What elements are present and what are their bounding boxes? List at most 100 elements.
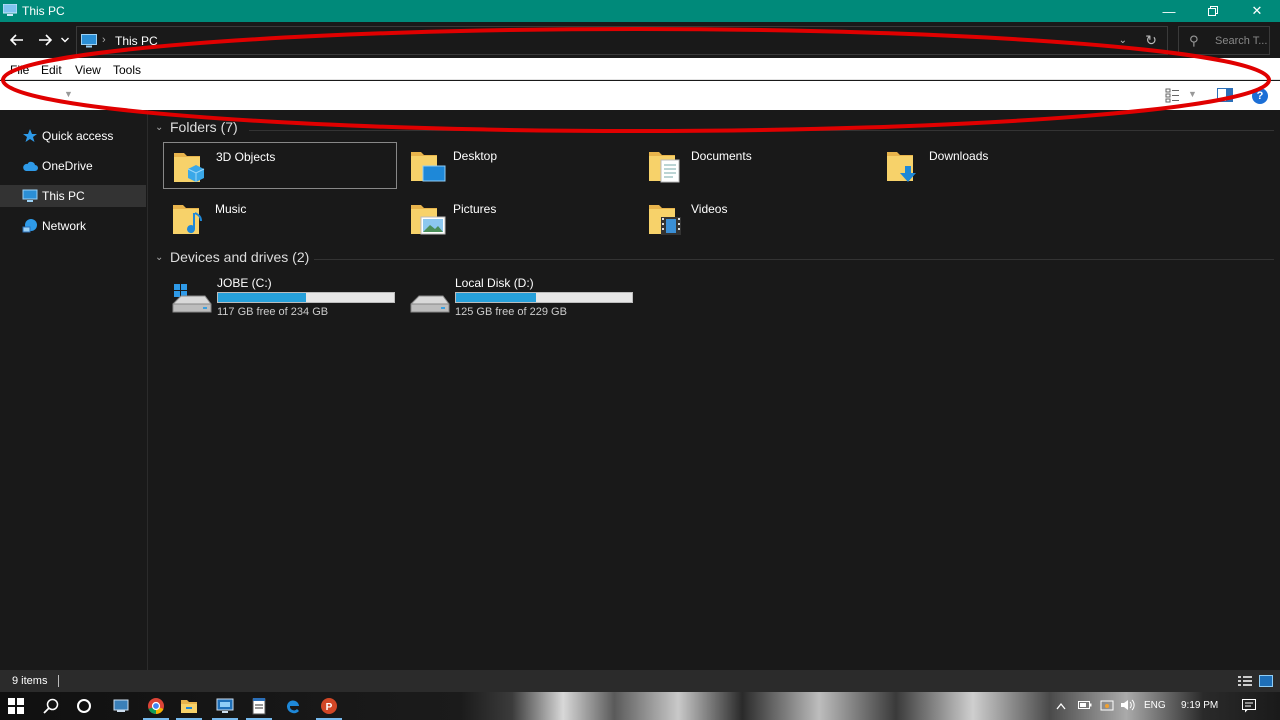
language-indicator[interactable]: ENG — [1144, 700, 1166, 711]
folder-desktop[interactable]: Desktop — [401, 142, 635, 189]
start-button[interactable] — [0, 692, 32, 720]
toolbar-dropdown-icon[interactable]: ▼ — [64, 89, 73, 99]
folder-videos[interactable]: Videos — [639, 195, 873, 242]
forward-button[interactable] — [34, 30, 56, 50]
documents-folder-icon — [649, 152, 680, 183]
this-pc-icon — [3, 4, 17, 16]
minimize-icon: — — [1162, 3, 1176, 19]
search-placeholder: Search T... — [1215, 35, 1268, 47]
wifi-icon[interactable] — [1100, 699, 1114, 711]
cortana-icon — [77, 699, 91, 713]
preview-pane-icon[interactable] — [1217, 88, 1233, 102]
taskbar-network-monitor[interactable] — [209, 692, 241, 720]
address-path[interactable]: This PC — [115, 34, 158, 48]
menu-view[interactable]: View — [75, 63, 101, 77]
taskbar-edge[interactable] — [277, 692, 309, 720]
section-divider — [314, 259, 1274, 260]
help-icon[interactable]: ? — [1252, 88, 1268, 104]
folder-label: Documents — [691, 149, 752, 163]
drive-d[interactable]: Local Disk (D:) 125 GB free of 229 GB — [403, 272, 637, 320]
minimize-button[interactable]: — — [1146, 0, 1192, 22]
search-box[interactable]: ⚲ Search T... — [1178, 26, 1270, 55]
menu-edit[interactable]: Edit — [41, 63, 62, 77]
recent-locations-chevron-icon — [61, 37, 69, 43]
drive-usage-fill — [218, 293, 306, 302]
address-bar[interactable]: › This PC ⌄ ↻ — [76, 26, 1168, 55]
details-layout-icon[interactable] — [1238, 675, 1252, 687]
menu-tools[interactable]: Tools — [113, 63, 141, 77]
network-monitor-icon — [216, 698, 234, 713]
taskbar-chrome[interactable] — [140, 692, 172, 720]
view-options-dropdown-icon[interactable]: ▼ — [1188, 89, 1197, 99]
folder-label: Desktop — [453, 149, 498, 163]
hard-drive-icon — [410, 295, 450, 313]
details-view-icon[interactable] — [1165, 87, 1181, 103]
folder-music[interactable]: Music — [163, 195, 397, 242]
search-icon: ⚲ — [1189, 33, 1199, 48]
folder-downloads[interactable]: Downloads — [877, 142, 1111, 189]
navigation-pane: Quick access OneDrive This PC Network — [0, 110, 148, 670]
windows-drive-icon — [172, 284, 212, 313]
chevron-down-icon[interactable]: ⌄ — [155, 252, 163, 263]
drive-free-space: 117 GB free of 234 GB — [217, 306, 329, 318]
volume-icon[interactable] — [1120, 699, 1136, 711]
drive-usage-bar — [455, 292, 633, 303]
folder-label: Pictures — [453, 202, 497, 216]
status-separator — [58, 675, 59, 687]
show-hidden-icons-chevron-icon[interactable] — [1056, 702, 1066, 710]
sidebar-item-network[interactable]: Network — [0, 215, 146, 237]
folder-label: Music — [215, 202, 247, 216]
restore-button[interactable] — [1190, 0, 1236, 22]
sidebar-item-this-pc[interactable]: This PC — [0, 185, 146, 207]
taskbar-notepad[interactable] — [243, 692, 275, 720]
network-icon — [22, 219, 37, 233]
desktop-folder-icon — [411, 152, 446, 182]
folder-label: 3D Objects — [216, 150, 276, 164]
recent-locations-button[interactable] — [58, 30, 72, 50]
sidebar-item-label: Network — [42, 219, 87, 233]
back-button[interactable] — [6, 30, 28, 50]
action-center-icon[interactable] — [1242, 699, 1256, 713]
task-view-button[interactable] — [105, 692, 137, 720]
folder-pictures[interactable]: Pictures — [401, 195, 635, 242]
powerpoint-icon: P — [321, 698, 337, 714]
folder-documents[interactable]: Documents — [639, 142, 873, 189]
taskbar-search-button[interactable] — [35, 692, 67, 720]
sidebar-item-onedrive[interactable]: OneDrive — [0, 155, 146, 177]
address-dropdown-icon[interactable]: ⌄ — [1119, 35, 1127, 46]
taskbar: P ENG 9:19 PM — [0, 692, 1280, 720]
folders-section-header[interactable]: ⌄ Folders (7) — [155, 119, 455, 139]
videos-folder-icon — [649, 205, 681, 235]
chrome-icon — [148, 698, 164, 715]
menu-file[interactable]: File — [10, 63, 29, 77]
taskbar-file-explorer[interactable] — [173, 692, 205, 720]
sidebar-item-label: This PC — [42, 189, 85, 203]
taskbar-powerpoint[interactable]: P — [313, 692, 345, 720]
section-divider — [249, 130, 1274, 131]
drive-c[interactable]: JOBE (C:) 117 GB free of 234 GB — [165, 272, 399, 320]
close-button[interactable]: ✕ — [1234, 0, 1280, 22]
cortana-button[interactable] — [68, 692, 100, 720]
task-view-icon — [113, 699, 129, 712]
sidebar-item-quick-access[interactable]: Quick access — [0, 125, 146, 147]
drive-label: JOBE (C:) — [217, 276, 272, 290]
pictures-folder-icon — [411, 205, 446, 235]
edge-icon — [286, 700, 299, 714]
chevron-down-icon[interactable]: ⌄ — [155, 122, 163, 133]
item-count: 9 items — [12, 675, 48, 687]
cloud-icon — [23, 161, 38, 171]
navigation-bar: › This PC ⌄ ↻ ⚲ Search T... — [0, 22, 1280, 58]
folder-3d-objects[interactable]: 3D Objects — [163, 142, 397, 189]
large-icons-layout-icon[interactable] — [1259, 675, 1273, 687]
restore-icon — [1208, 6, 1218, 16]
drive-usage-fill — [456, 293, 536, 302]
status-bar: 9 items — [0, 670, 1280, 692]
content-area: ⌄ Folders (7) 3D Objects Desktop Documen… — [149, 110, 1280, 670]
notepad-icon — [252, 698, 266, 715]
section-title: Folders (7) — [170, 119, 238, 135]
battery-icon[interactable] — [1078, 700, 1092, 710]
command-toolbar: ▼ ▼ ? — [0, 81, 1280, 110]
forward-arrow-icon — [39, 34, 52, 46]
clock[interactable]: 9:19 PM — [1181, 700, 1218, 711]
refresh-icon[interactable]: ↻ — [1145, 32, 1157, 49]
